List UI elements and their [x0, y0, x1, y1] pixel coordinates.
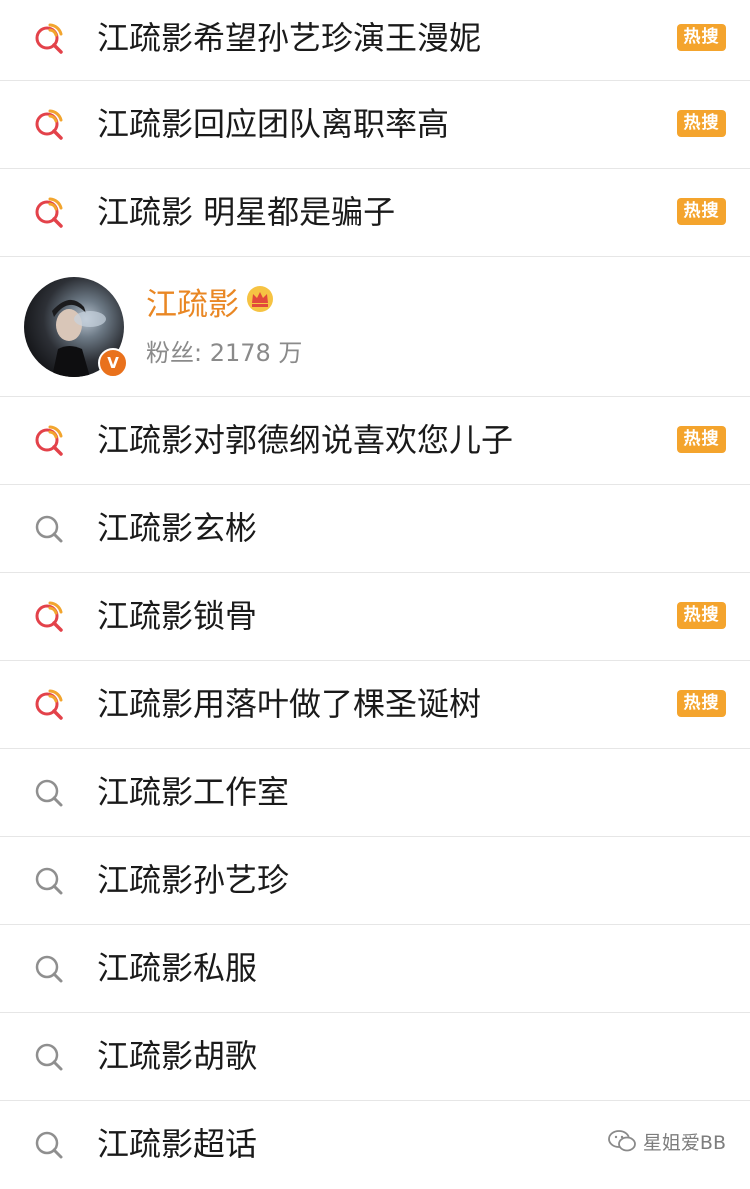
- search-icon: [35, 1131, 63, 1159]
- hot-search-icon: [35, 601, 63, 632]
- suggestion-label: 江疏影私服: [97, 949, 258, 987]
- suggestion-label: 江疏影回应团队离职率高: [97, 105, 450, 143]
- suggestion-row[interactable]: 江疏影工作室: [0, 749, 750, 837]
- suggestion-label: 江疏影超话: [97, 1125, 258, 1163]
- watermark: 星姐爱BB: [607, 1126, 726, 1156]
- suggestion-row[interactable]: 江疏影私服: [0, 925, 750, 1013]
- suggestion-row[interactable]: 江疏影胡歌: [0, 1013, 750, 1101]
- user-result-row[interactable]: V 江疏影 粉丝: 2178 万: [0, 257, 750, 397]
- suggestion-label: 江疏影胡歌: [97, 1037, 258, 1075]
- hot-search-icon: [35, 197, 63, 228]
- verified-icon: V: [98, 348, 128, 378]
- watermark-text: 星姐爱BB: [642, 1131, 726, 1154]
- hot-badge: 热搜: [677, 602, 726, 629]
- hot-badge: 热搜: [677, 24, 726, 51]
- suggestion-row[interactable]: 江疏影回应团队离职率高 热搜: [0, 81, 750, 169]
- fans-count: 粉丝: 2178 万: [146, 339, 303, 367]
- suggestion-label: 江疏影用落叶做了棵圣诞树: [97, 685, 482, 723]
- suggestion-row[interactable]: 江疏影希望孙艺珍演王漫妮 热搜: [0, 0, 750, 81]
- suggestion-label: 江疏影孙艺珍: [97, 861, 290, 899]
- search-icon: [35, 1043, 63, 1071]
- wechat-icon: [608, 1130, 636, 1152]
- suggestion-row[interactable]: 江疏影玄彬: [0, 485, 750, 573]
- suggestion-row[interactable]: 江疏影对郭德纲说喜欢您儿子 热搜: [0, 397, 750, 485]
- search-icon: [35, 867, 63, 895]
- hot-search-icon: [35, 425, 63, 456]
- suggestion-row[interactable]: 江疏影用落叶做了棵圣诞树 热搜: [0, 661, 750, 749]
- suggestion-label: 江疏影希望孙艺珍演王漫妮: [97, 19, 482, 57]
- suggestion-label: 江疏影锁骨: [97, 597, 258, 635]
- user-name[interactable]: 江疏影: [146, 279, 239, 324]
- hot-search-icon: [35, 689, 63, 720]
- suggestion-row[interactable]: 江疏影锁骨 热搜: [0, 573, 750, 661]
- suggestion-row[interactable]: 江疏影孙艺珍: [0, 837, 750, 925]
- hot-search-icon: [35, 109, 63, 140]
- suggestion-label: 江疏影对郭德纲说喜欢您儿子: [97, 421, 514, 459]
- hot-badge: 热搜: [677, 110, 726, 137]
- suggestion-label: 江疏影玄彬: [97, 509, 258, 547]
- suggestion-label: 江疏影 明星都是骗子: [97, 193, 396, 231]
- hot-search-icon: [35, 23, 63, 54]
- hot-badge: 热搜: [677, 690, 726, 717]
- suggestion-row[interactable]: 江疏影 明星都是骗子 热搜: [0, 169, 750, 257]
- hot-badge: 热搜: [677, 198, 726, 225]
- crown-icon: [247, 286, 273, 312]
- search-icon: [35, 779, 63, 807]
- suggestion-label: 江疏影工作室: [97, 773, 290, 811]
- search-suggestion-list: 江疏影希望孙艺珍演王漫妮 热搜 江疏影回应团队离职率高 热搜 江疏影 明星都是骗…: [0, 0, 750, 1189]
- search-icon: [35, 955, 63, 983]
- hot-badge: 热搜: [677, 426, 726, 453]
- search-icon: [35, 515, 63, 543]
